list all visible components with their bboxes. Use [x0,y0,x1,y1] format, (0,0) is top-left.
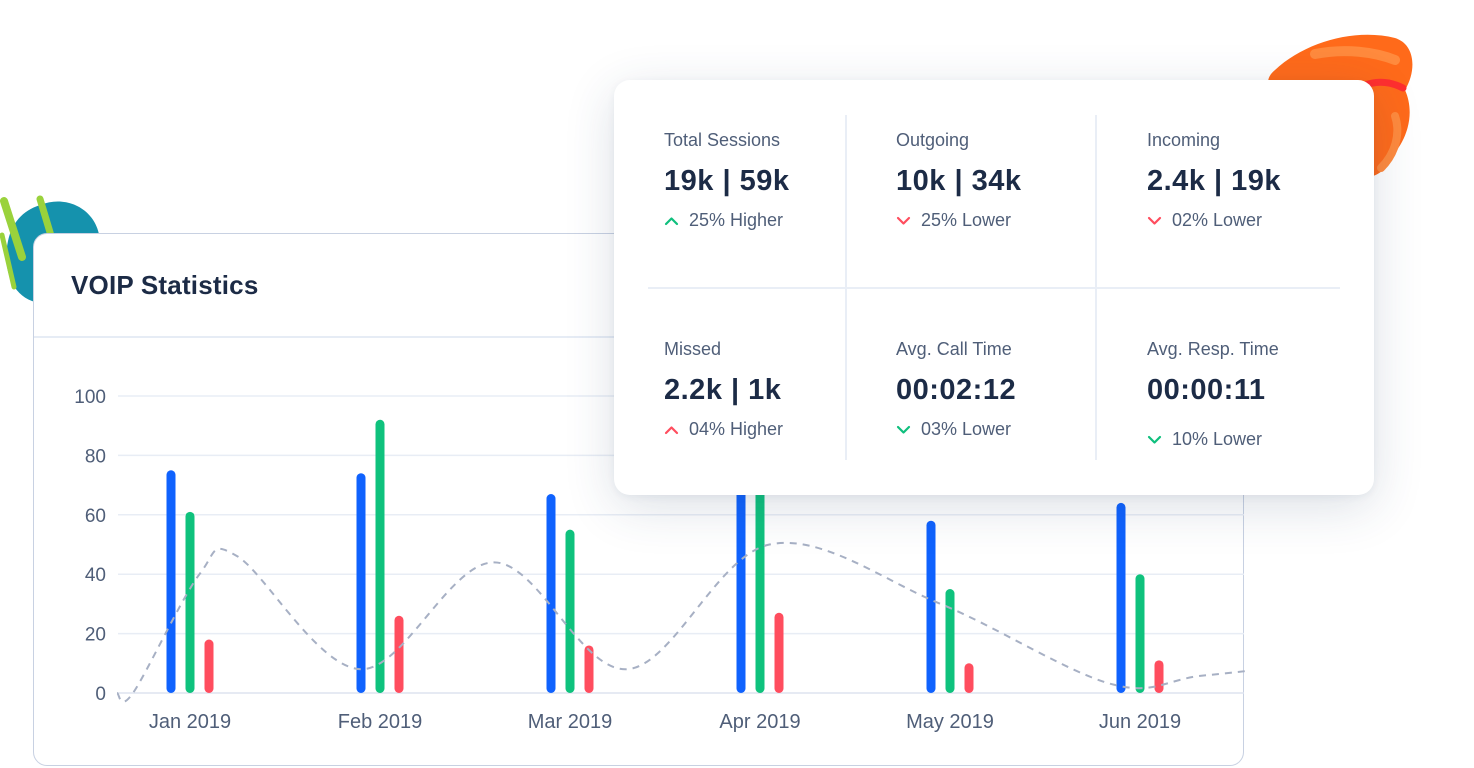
bar [185,511,195,693]
stat-label: Avg. Resp. Time [1147,339,1279,359]
stat-value: 00:00:11 [1147,374,1266,406]
bar [945,589,955,693]
stat-value: 10k | 34k [896,165,1022,197]
stat-change-text: 10% Lower [1172,429,1263,449]
chevron-down-icon [896,425,911,434]
bar [1154,660,1164,693]
chevron-up-icon [664,425,679,434]
stat-change: 02% Lower [1147,210,1281,231]
bar [394,615,404,693]
y-tick-label: 20 [85,625,106,646]
chevron-up-icon [664,216,679,225]
bar [204,639,214,693]
stat-total-sessions: Total Sessions 19k | 59k 25% Higher [664,130,790,231]
stat-change-text: 04% Higher [689,419,784,439]
x-tick-label: Jan 2019 [149,711,231,733]
stat-value: 00:02:12 [896,374,1017,406]
stat-label: Total Sessions [664,130,781,150]
stat-avg-call-time: Avg. Call Time 00:02:12 03% Lower [896,339,1016,440]
stat-change-text: 25% Lower [921,210,1012,230]
stat-value: 2.2k | 1k [664,374,782,406]
stat-change: 25% Higher [664,210,790,231]
x-tick-label: Jun 2019 [1099,711,1181,733]
chevron-down-icon [1147,216,1162,225]
bar [546,494,556,693]
stat-change-text: 03% Lower [921,419,1012,439]
y-tick-label: 80 [85,446,106,467]
bar [565,529,575,693]
stat-incoming: Incoming 2.4k | 19k 02% Lower [1147,130,1281,231]
bar [1116,502,1126,693]
stat-change: 04% Higher [664,419,783,440]
bar [1135,574,1145,693]
bar [964,663,974,693]
x-tick-label: Mar 2019 [528,711,613,733]
x-tick-label: Apr 2019 [719,711,800,733]
stats-row-divider [648,287,1340,289]
y-tick-label: 100 [74,387,106,408]
stat-change-text: 25% Higher [689,210,784,230]
bar [356,473,366,693]
chevron-down-icon [1147,435,1162,444]
stat-label: Missed [664,339,722,359]
chevron-down-icon [896,216,911,225]
stat-value: 19k | 59k [664,165,790,197]
stat-label: Outgoing [896,130,970,150]
stat-change-text: 02% Lower [1172,210,1263,230]
y-tick-label: 60 [85,506,106,527]
stat-outgoing: Outgoing 10k | 34k 25% Lower [896,130,1022,231]
stat-label: Avg. Call Time [896,339,1012,359]
bar [375,419,385,693]
bar [926,520,936,693]
stats-summary-card: Total Sessions 19k | 59k 25% Higher Outg… [614,80,1374,495]
y-tick-label: 0 [95,684,106,705]
x-tick-label: Feb 2019 [338,711,423,733]
x-tick-label: May 2019 [906,711,994,733]
stat-change: 25% Lower [896,210,1022,231]
stat-label: Incoming [1147,130,1221,150]
stat-value: 2.4k | 19k [1147,165,1282,197]
stat-change: 03% Lower [896,419,1016,440]
bar [166,470,176,693]
bar [774,612,784,693]
stat-avg-resp-time: Avg. Resp. Time 00:00:11 10% Lower [1147,339,1279,450]
trend-line [116,542,1245,703]
stat-change: 10% Lower [1147,429,1279,450]
y-tick-label: 40 [85,565,106,586]
stat-missed: Missed 2.2k | 1k 04% Higher [664,339,783,440]
